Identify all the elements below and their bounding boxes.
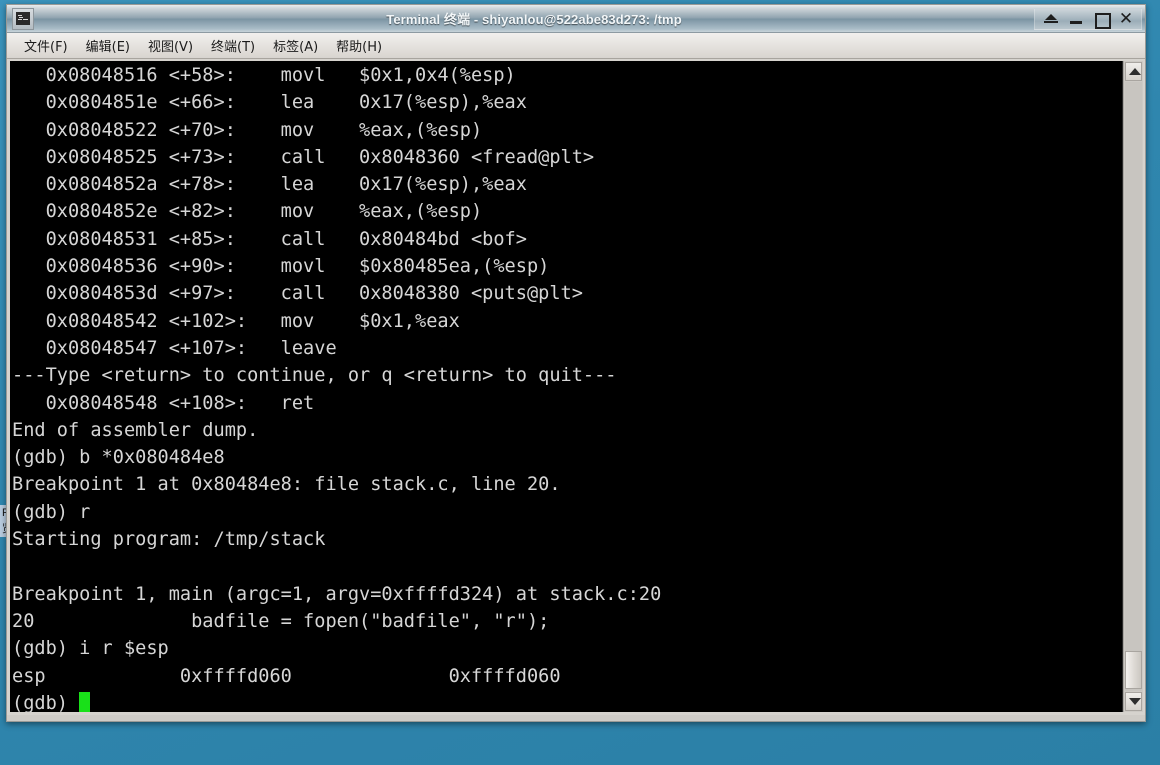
scrollbar-thumb[interactable] [1125, 651, 1142, 689]
terminal-cursor [79, 691, 91, 712]
terminal-body: 0x08048516 <+58>: movl $0x1,0x4(%esp) 0x… [7, 59, 1145, 715]
terminal-output: 0x08048516 <+58>: movl $0x1,0x4(%esp) 0x… [12, 62, 1122, 712]
desktop-background: Fir 览 Terminal 终端 - shiyanlou@522abe83d2… [0, 0, 1160, 765]
window-buttons: ✕ [1034, 7, 1142, 30]
menu-item-terminal[interactable]: 终端(T) [202, 34, 264, 57]
menu-item-file[interactable]: 文件(F) [15, 34, 77, 57]
window-footer [7, 715, 1145, 721]
terminal-window: Terminal 终端 - shiyanlou@522abe83d273: /t… [6, 4, 1146, 722]
window-title: Terminal 终端 - shiyanlou@522abe83d273: /t… [386, 12, 682, 27]
menubar: 文件(F) 编辑(E) 视图(V) 终端(T) 标签(A) 帮助(H) [7, 33, 1145, 59]
scroll-up-button[interactable] [1125, 62, 1142, 81]
terminal-content: 0x08048516 <+58>: movl $0x1,0x4(%esp) 0x… [12, 65, 662, 712]
terminal-icon [12, 7, 34, 30]
terminal-scrollbar[interactable] [1123, 61, 1143, 712]
terminal-screen[interactable]: 0x08048516 <+58>: movl $0x1,0x4(%esp) 0x… [10, 61, 1123, 712]
close-window-button[interactable]: ✕ [1118, 10, 1134, 27]
scroll-down-button[interactable] [1125, 692, 1142, 711]
minimize-window-button[interactable] [1068, 11, 1084, 27]
menu-item-help[interactable]: 帮助(H) [327, 34, 391, 57]
menu-item-edit[interactable]: 编辑(E) [77, 34, 139, 57]
scrollbar-track[interactable] [1125, 82, 1142, 691]
maximize-window-button[interactable] [1093, 11, 1111, 29]
shade-window-button[interactable] [1043, 11, 1059, 27]
window-titlebar[interactable]: Terminal 终端 - shiyanlou@522abe83d273: /t… [7, 5, 1145, 33]
menu-item-view[interactable]: 视图(V) [139, 34, 202, 57]
menu-item-tabs[interactable]: 标签(A) [264, 34, 327, 57]
